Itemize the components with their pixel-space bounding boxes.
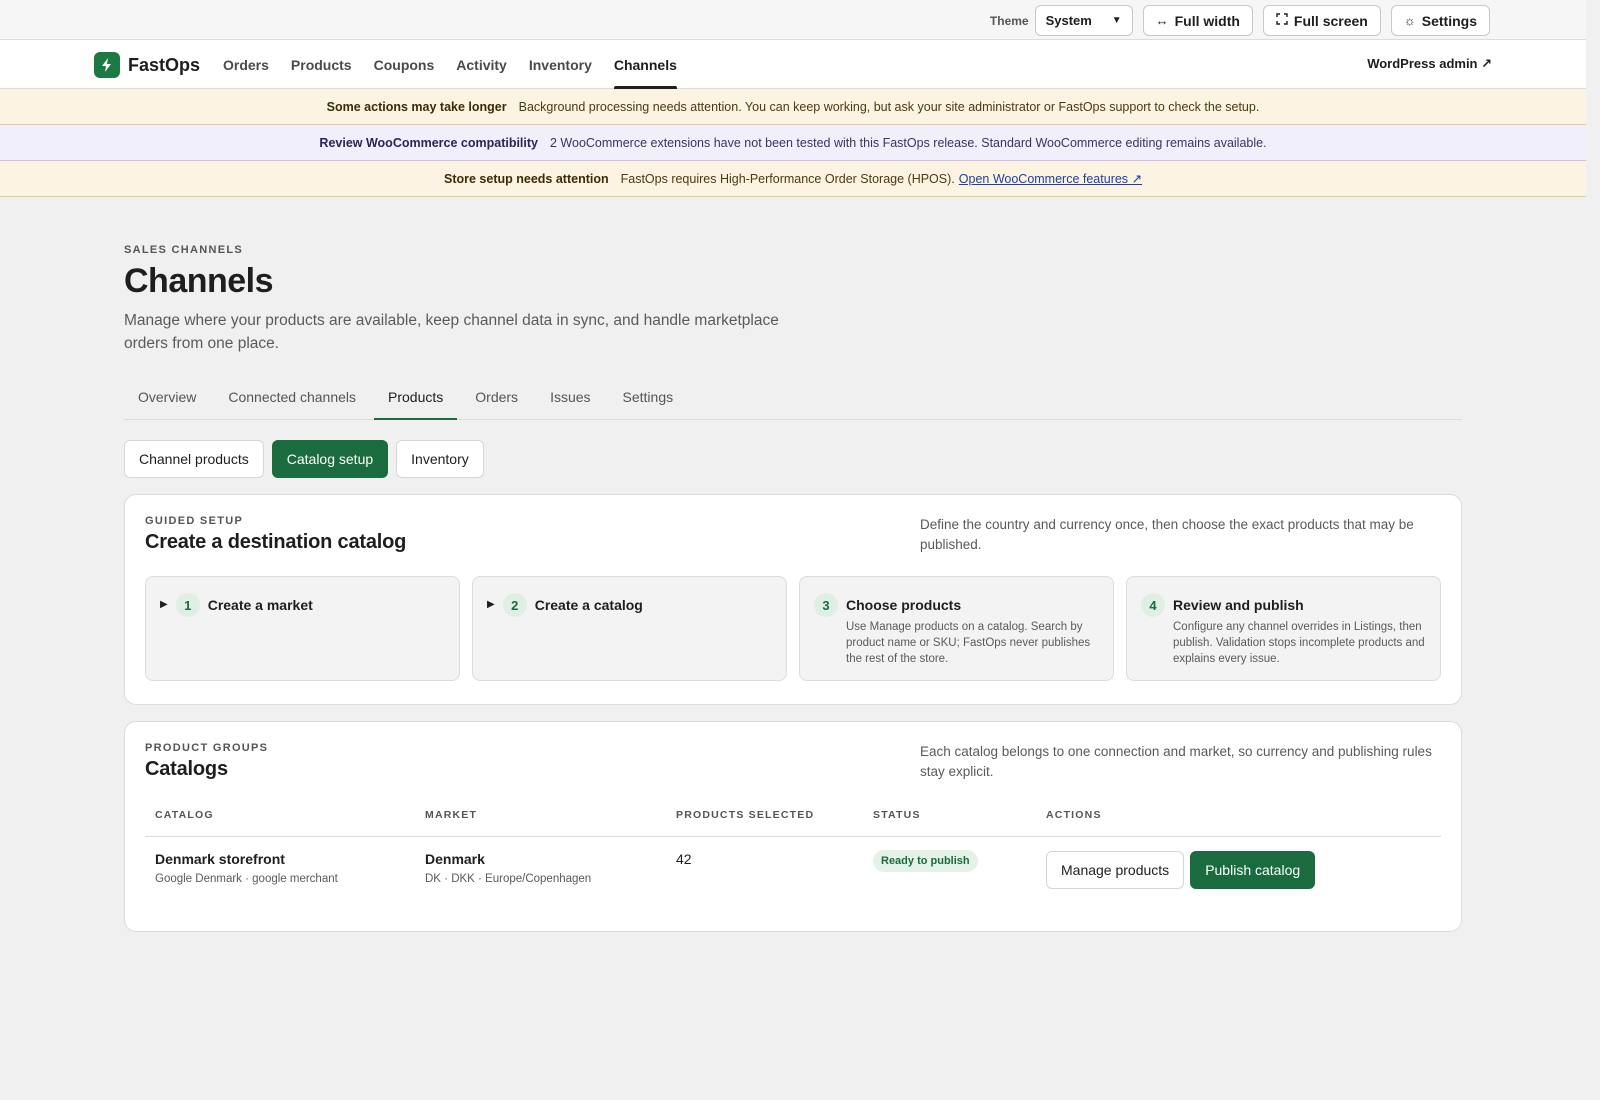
notice-title: Review WooCommerce compatibility [319,135,538,150]
subtab-channel-products[interactable]: Channel products [124,440,264,478]
notice-title: Some actions may take longer [326,99,507,114]
sun-gear-icon: ☼ [1403,13,1416,28]
nav-link-orders[interactable]: Orders [223,40,269,89]
products-selected-count: 42 [676,851,692,867]
expand-icon [1276,13,1288,28]
nav-link-inventory[interactable]: Inventory [529,40,592,89]
full-screen-button[interactable]: Full screen [1262,5,1381,36]
tab-products[interactable]: Products [374,383,458,420]
utility-controls: Theme System ▼ ↔ Full width Full screen … [990,5,1490,36]
market-name: Denmark [425,851,485,867]
catalogs-table: CATALOG MARKET PRODUCTS SELECTED STATUS … [145,809,1441,911]
step-create-catalog[interactable]: ▶ 2 Create a catalog [472,576,787,681]
catalogs-card: PRODUCT GROUPS Catalogs Each catalog bel… [124,721,1462,932]
notice-text: 2 WooCommerce extensions have not been t… [550,135,1267,150]
subtab-inventory[interactable]: Inventory [396,440,484,478]
step-create-market[interactable]: ▶ 1 Create a market [145,576,460,681]
step-review-publish: 4 Review and publish Configure any chann… [1126,576,1441,681]
catalog-name: Denmark storefront [155,851,285,867]
open-woocommerce-features-link[interactable]: Open WooCommerce features ↗ [959,171,1142,186]
subtab-catalog-setup[interactable]: Catalog setup [271,440,389,478]
table-row: Denmark storefront Google Denmark · goog… [145,837,1441,911]
tab-connected-channels[interactable]: Connected channels [214,383,370,419]
nav-link-coupons[interactable]: Coupons [374,40,435,89]
nav-links: Orders Products Coupons Activity Invento… [223,40,699,89]
column-header-market: MARKET [425,809,478,821]
nav-link-channels[interactable]: Channels [613,40,677,89]
column-header-catalog: CATALOG [155,809,214,821]
publish-catalog-button[interactable]: Publish catalog [1190,851,1316,889]
notice-text: FastOps requires High-Performance Order … [620,171,955,186]
step-description: Configure any channel overrides in Listi… [1173,621,1425,665]
tab-overview[interactable]: Overview [124,383,210,419]
step-description: Use Manage products on a catalog. Search… [846,621,1091,665]
row-actions: Manage products Publish catalog [1046,851,1441,889]
brand-name: FastOps [128,54,201,75]
tab-issues[interactable]: Issues [536,383,604,419]
main-navigation: FastOps Orders Products Coupons Activity… [0,40,1586,89]
caret-right-icon: ▶ [160,599,168,610]
page-content: SALES CHANNELS Channels Manage where you… [124,244,1462,932]
products-subtabs: Channel products Catalog setup Inventory [124,440,1462,478]
status-badge: Ready to publish [873,850,978,872]
page-description: Manage where your products are available… [124,312,779,352]
caret-right-icon: ▶ [487,599,495,610]
column-header-status: STATUS [873,809,921,821]
nav-link-activity[interactable]: Activity [456,40,507,89]
arrows-horizontal-icon: ↔ [1155,13,1169,28]
table-header: CATALOG MARKET PRODUCTS SELECTED STATUS … [145,809,1441,837]
column-header-actions: ACTIONS [1046,809,1102,821]
page-eyebrow: SALES CHANNELS [124,244,244,256]
step-title: Create a catalog [534,597,643,613]
guided-setup-card: GUIDED SETUP Create a destination catalo… [124,494,1462,705]
nav-link-products[interactable]: Products [291,40,352,89]
step-number: 4 [1141,593,1165,617]
step-number: 2 [502,593,527,617]
utility-bar: Theme System ▼ ↔ Full width Full screen … [0,0,1586,40]
theme-select-value: System [1045,13,1092,28]
bolt-icon [94,52,120,78]
wordpress-admin-link[interactable]: WordPress admin ↗ [1367,56,1492,72]
notice-compatibility: Review WooCommerce compatibility 2 WooCo… [0,125,1586,161]
notice-title: Store setup needs attention [444,171,609,186]
tab-settings[interactable]: Settings [609,383,688,419]
manage-products-button[interactable]: Manage products [1046,851,1185,889]
chevron-down-icon: ▼ [1111,15,1122,26]
setup-steps: ▶ 1 Create a market ▶ 2 Create a catalog… [145,576,1441,681]
channel-tabs: Overview Connected channels Products Ord… [124,383,1462,420]
market-details: DK · DKK · Europe/Copenhagen [425,873,592,885]
notice-store-setup: Store setup needs attention FastOps requ… [0,161,1586,197]
settings-button[interactable]: ☼ Settings [1390,5,1490,36]
step-title: Review and publish [1173,597,1304,613]
step-number: 3 [814,593,838,617]
step-choose-products: 3 Choose products Use Manage products on… [799,576,1114,681]
column-header-products-selected: PRODUCTS SELECTED [676,809,815,821]
notice-text: Background processing needs attention. Y… [518,99,1260,114]
step-title: Choose products [846,597,962,613]
theme-select[interactable]: System ▼ [1034,5,1133,36]
step-number: 1 [175,593,200,617]
card-aside: Each catalog belongs to one connection a… [920,744,1432,779]
full-width-button[interactable]: ↔ Full width [1142,5,1253,36]
full-width-label: Full width [1174,12,1240,29]
card-aside: Define the country and currency once, th… [920,517,1414,552]
tab-orders[interactable]: Orders [461,383,532,419]
page-title: Channels [124,262,274,300]
full-screen-label: Full screen [1293,12,1368,29]
settings-label: Settings [1421,12,1477,29]
catalog-connection: Google Denmark · google merchant [155,873,338,885]
brand[interactable]: FastOps [94,52,200,78]
theme-label: Theme [989,13,1029,28]
notice-processing: Some actions may take longer Background … [0,89,1586,125]
step-title: Create a market [207,597,313,613]
